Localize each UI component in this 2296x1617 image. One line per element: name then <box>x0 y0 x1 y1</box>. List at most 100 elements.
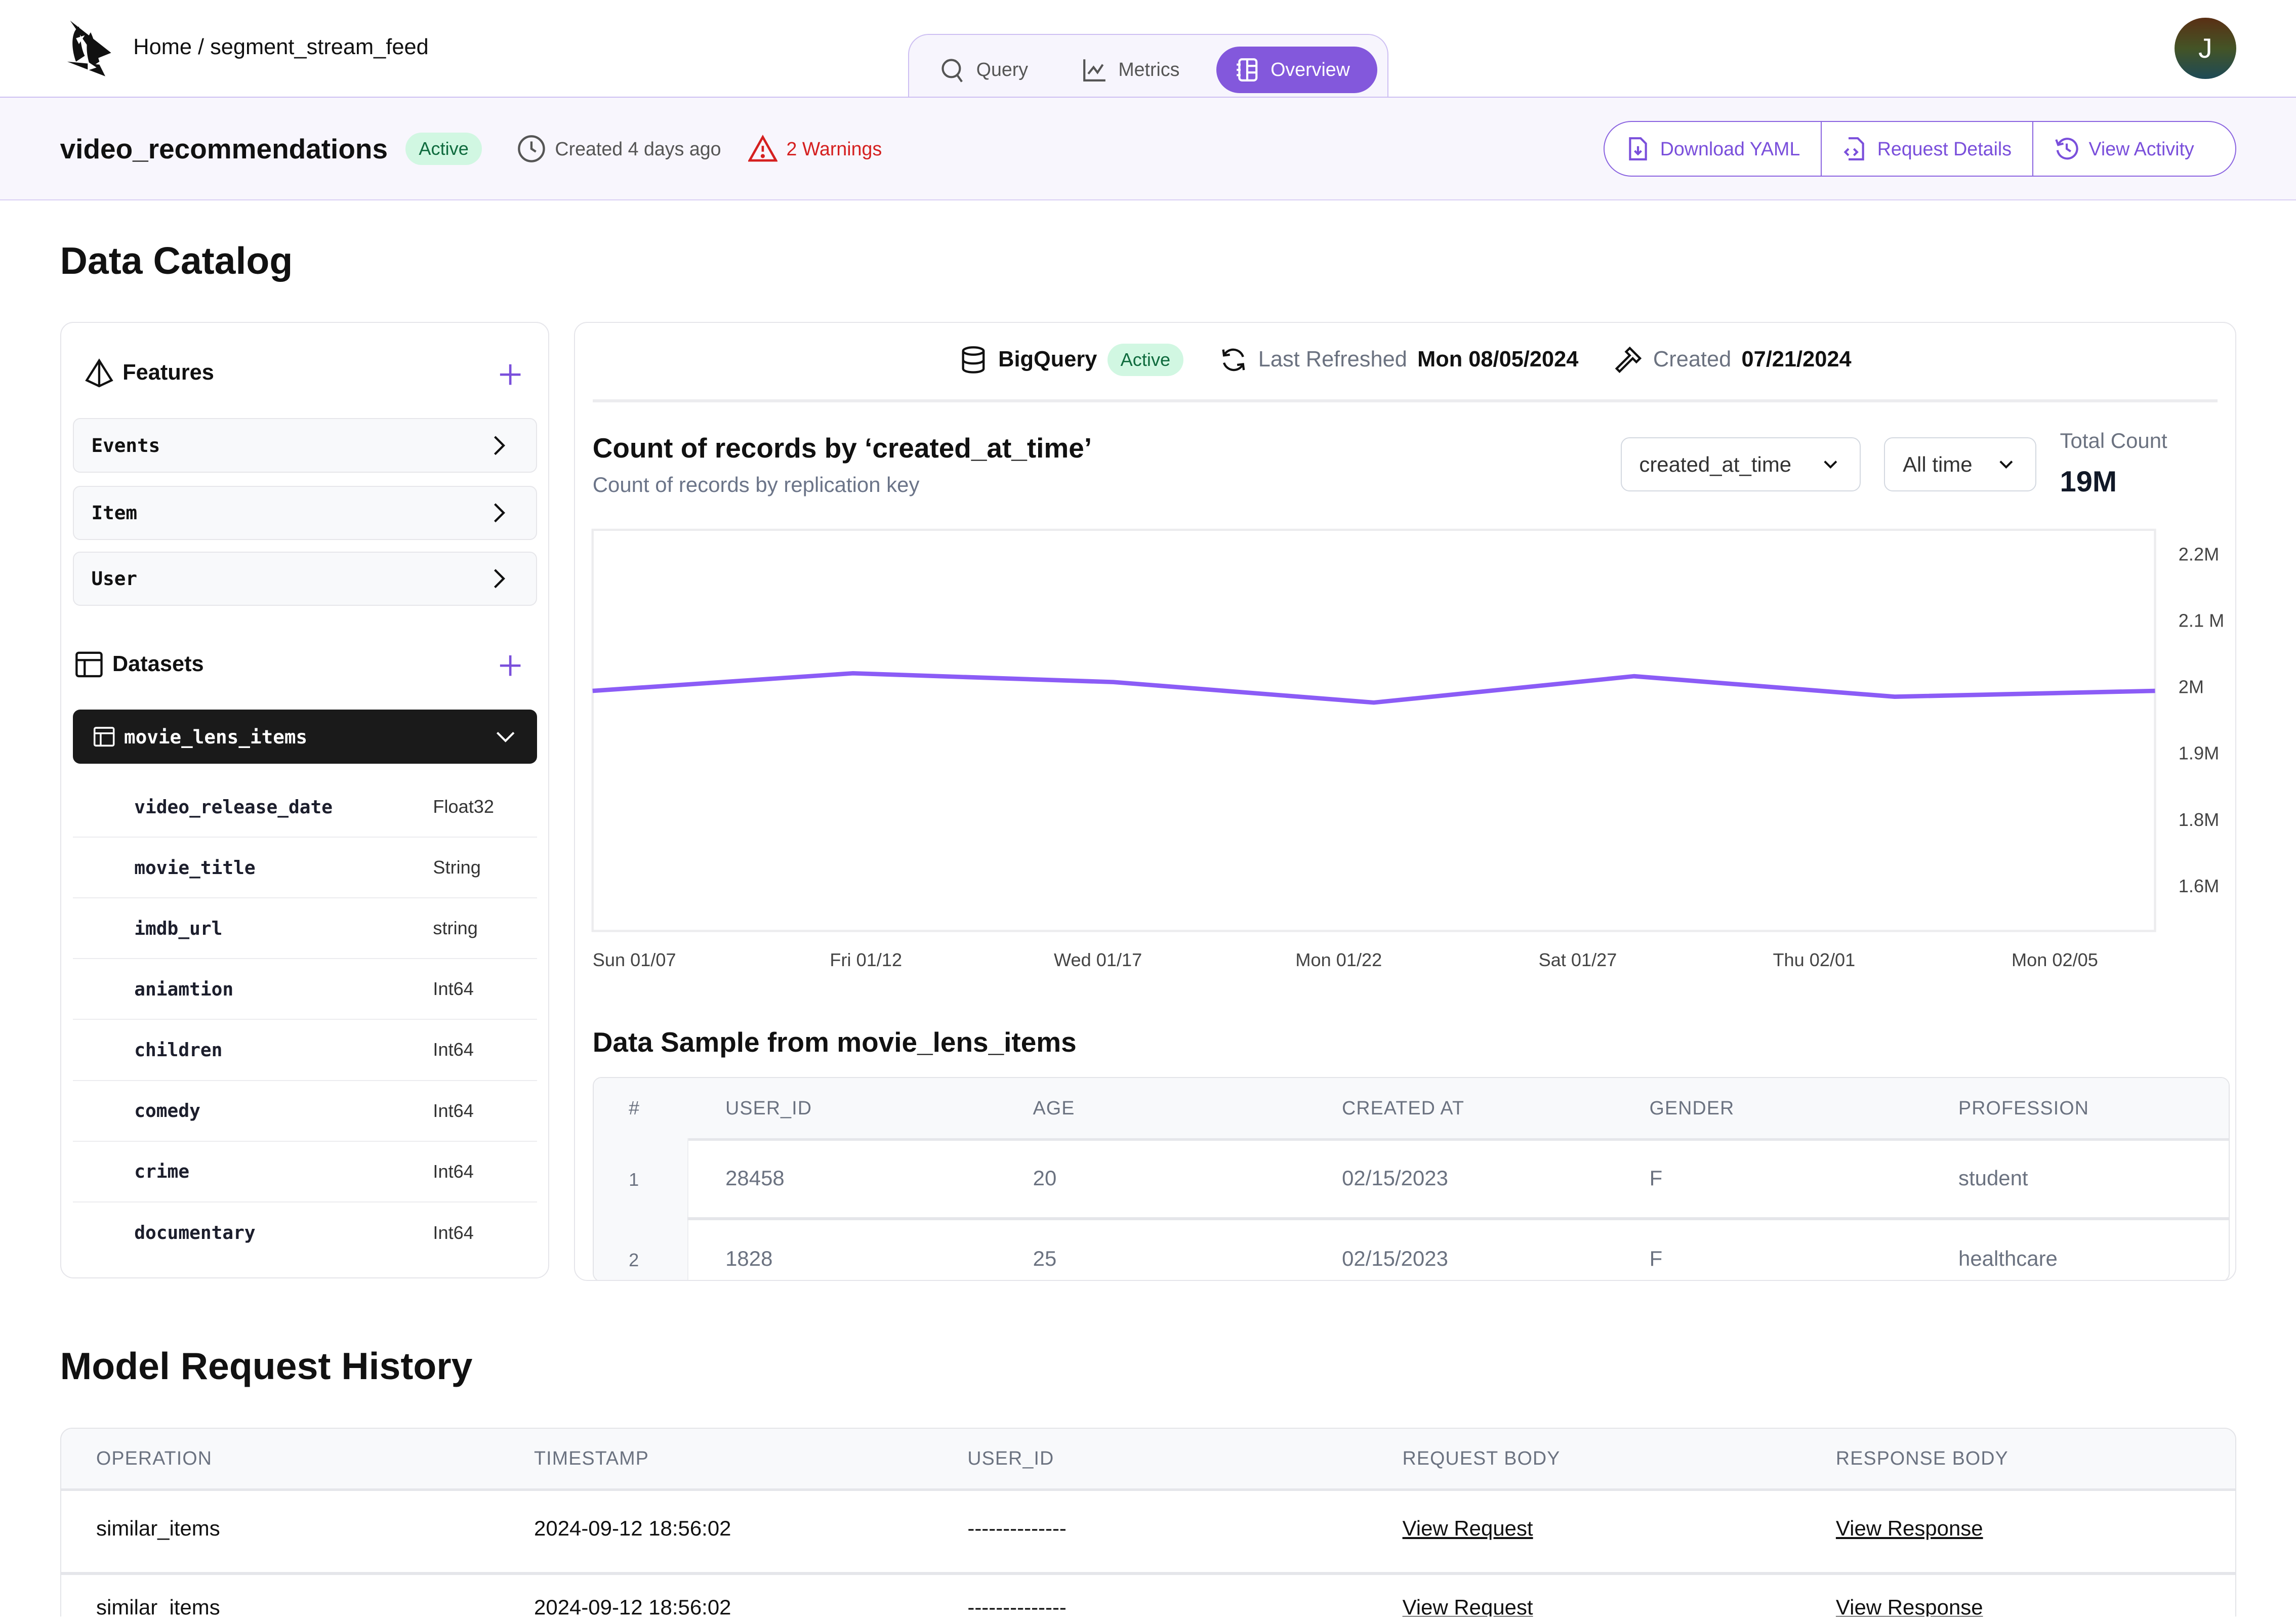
table-cell: 02/15/2023 <box>1342 1247 1448 1271</box>
dataset-detail-panel: BigQuery Active Last Refreshed Mon 08/05… <box>574 322 2236 1281</box>
feature-item-user[interactable]: User <box>72 551 537 606</box>
dataset-item-selected[interactable]: movie_lens_items <box>72 710 537 764</box>
y-tick-label: 2M <box>2179 676 2204 697</box>
dataset-name: movie_lens_items <box>124 725 308 748</box>
y-tick-label: 1.9M <box>2179 742 2219 763</box>
column-header: RESPONSE BODY <box>1835 1447 2008 1469</box>
column-row[interactable]: comedy Int64 <box>72 1081 537 1142</box>
feature-item-item[interactable]: Item <box>72 485 537 540</box>
x-tick-label: Fri 01/12 <box>830 949 902 970</box>
created-info: Created 4 days ago <box>517 134 721 163</box>
column-name: crime <box>134 1160 190 1183</box>
download-yaml-button[interactable]: Download YAML <box>1605 122 1822 176</box>
line-chart-icon <box>1083 59 1105 81</box>
y-tick-label: 2.1 M <box>2179 610 2224 631</box>
table-cell: student <box>1958 1166 2028 1190</box>
created-text: Created 4 days ago <box>555 138 721 159</box>
warnings-link[interactable]: 2 Warnings <box>748 134 882 163</box>
column-name: aniamtion <box>134 978 234 1000</box>
column-header: USER_ID <box>967 1447 1054 1469</box>
column-name: comedy <box>134 1100 200 1122</box>
column-type: Int64 <box>433 1100 474 1121</box>
table-cell: 28458 <box>725 1166 785 1190</box>
datasets-label: Datasets <box>112 652 204 676</box>
history-icon <box>2055 138 2078 160</box>
view-request-link[interactable]: View Request <box>1403 1595 1533 1616</box>
source-name-text: BigQuery <box>998 347 1097 372</box>
clock-icon <box>518 135 545 162</box>
table-cell: F <box>1649 1247 1663 1271</box>
column-row[interactable]: imdb_url string <box>72 898 537 960</box>
records-line-chart: 2.2M 2.1 M 2M 1.9M 1.8M 1.6M Sun 01/07 Fri 01/… <box>591 528 2224 970</box>
add-dataset-icon[interactable] <box>499 654 522 677</box>
source-name: BigQuery Active <box>959 343 1184 376</box>
tab-query-label: Query <box>976 59 1029 80</box>
logo-icon[interactable] <box>64 18 117 79</box>
plot-area <box>591 528 2156 932</box>
table-cell: similar_items <box>96 1516 220 1541</box>
column-header: # <box>629 1097 640 1118</box>
avatar[interactable]: J <box>2175 17 2236 79</box>
avatar-initial: J <box>2198 32 2212 64</box>
created-label: Created <box>1653 347 1732 372</box>
source-info: BigQuery Active Last Refreshed Mon 08/05… <box>575 343 2235 376</box>
tab-query[interactable]: Query <box>922 47 1046 94</box>
datasets-header: Datasets <box>74 650 204 679</box>
request-details-button[interactable]: Request Details <box>1822 122 2033 176</box>
table-cell: F <box>1649 1166 1663 1190</box>
column-header: OPERATION <box>96 1447 213 1469</box>
warning-icon <box>748 135 778 162</box>
divider <box>592 399 2218 402</box>
model-actions: Download YAML Request Details View Activ… <box>1603 121 2236 177</box>
x-tick-label: Wed 01/17 <box>1054 949 1142 970</box>
view-activity-button[interactable]: View Activity <box>2033 122 2215 176</box>
tab-overview[interactable]: Overview <box>1216 46 1378 94</box>
data-sample-table: # USER_ID AGE CREATED AT GENDER PROFESSION 1 28… <box>592 1077 2230 1280</box>
created-date: Created 07/21/2024 <box>1614 345 1852 375</box>
column-name: children <box>134 1039 223 1061</box>
tab-metrics[interactable]: Metrics <box>1064 47 1197 94</box>
column-row[interactable]: children Int64 <box>72 1020 537 1081</box>
file-download-icon <box>1629 137 1648 161</box>
chart-subtitle: Count of records by replication key <box>592 472 920 496</box>
replication-key-select[interactable]: created_at_time <box>1620 437 1861 492</box>
feature-item-events[interactable]: Events <box>72 418 537 473</box>
view-response-link[interactable]: View Response <box>1836 1516 1983 1541</box>
add-feature-icon[interactable] <box>499 363 522 386</box>
x-tick-label: Thu 02/01 <box>1773 949 1856 970</box>
column-row[interactable]: aniamtion Int64 <box>72 959 537 1020</box>
created-value: 07/21/2024 <box>1741 347 1852 372</box>
feature-label: Events <box>91 434 160 457</box>
table-cell: -------------- <box>967 1516 1067 1541</box>
column-row[interactable]: crime Int64 <box>72 1142 537 1203</box>
column-name: movie_title <box>134 856 256 879</box>
pyramid-icon <box>85 358 113 388</box>
replication-key-value: created_at_time <box>1639 452 1792 476</box>
model-header: video_recommendations Active Created 4 d… <box>0 96 2296 201</box>
column-header: PROFESSION <box>1958 1097 2089 1118</box>
view-request-link[interactable]: View Request <box>1403 1516 1533 1541</box>
row-divider <box>687 1217 2229 1220</box>
download-yaml-label: Download YAML <box>1660 138 1800 159</box>
request-history-table: OPERATION TIMESTAMP USER_ID REQUEST BODY RES… <box>60 1427 2236 1616</box>
column-type: Int64 <box>433 1222 474 1243</box>
x-tick-label: Mon 01/22 <box>1295 949 1382 970</box>
breadcrumb[interactable]: Home / segment_stream_feed <box>133 35 428 60</box>
last-refreshed: Last Refreshed Mon 08/05/2024 <box>1219 345 1578 375</box>
x-tick-label: Mon 02/05 <box>2012 949 2098 970</box>
view-response-link[interactable]: View Response <box>1836 1595 1983 1616</box>
search-icon <box>941 59 963 82</box>
column-header: GENDER <box>1649 1097 1735 1118</box>
total-count-label: Total Count <box>2060 428 2167 452</box>
y-tick-label: 1.6M <box>2179 875 2219 896</box>
column-row[interactable]: video_release_date Float32 <box>72 777 537 838</box>
column-row[interactable]: documentary Int64 <box>73 1203 537 1263</box>
column-header: AGE <box>1033 1097 1075 1118</box>
column-type: string <box>433 918 478 939</box>
time-range-select[interactable]: All time <box>1884 437 2037 492</box>
column-row[interactable]: movie_title String <box>72 838 537 899</box>
time-range-value: All time <box>1903 452 1973 476</box>
column-name: video_release_date <box>134 796 333 818</box>
app-root: Home / segment_stream_feed Query Metrics… <box>0 0 2296 1616</box>
view-tabs: Query Metrics Overview <box>908 33 1388 98</box>
